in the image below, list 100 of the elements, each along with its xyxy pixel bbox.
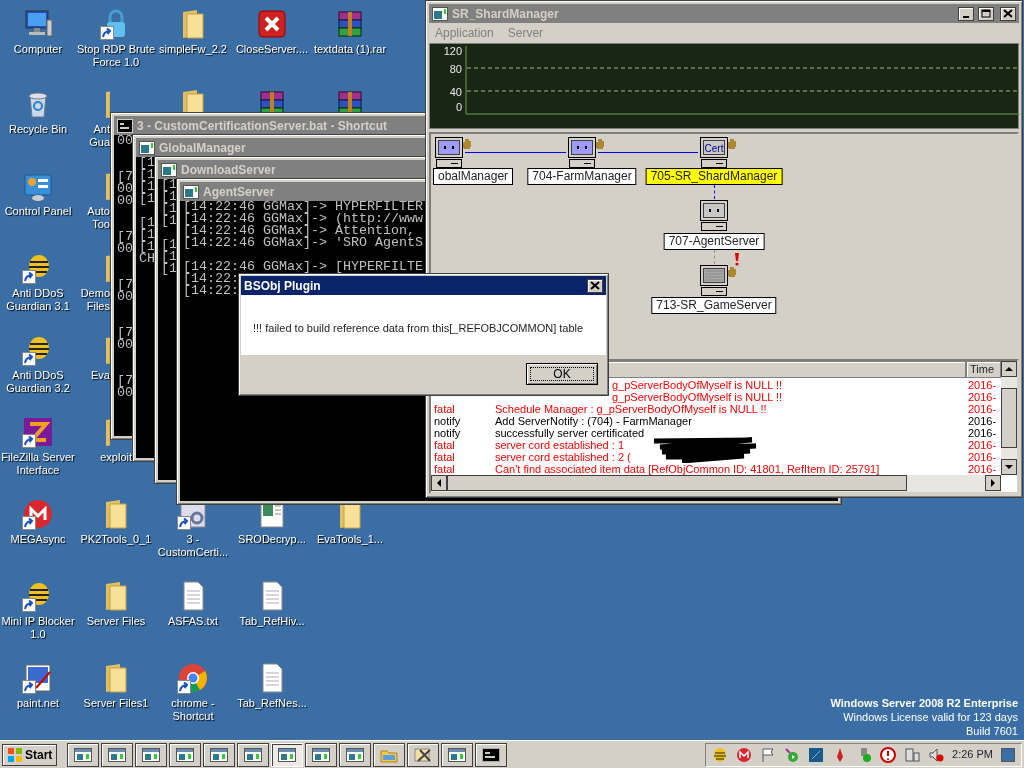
taskbar-button[interactable] [203, 742, 236, 767]
warning-icon[interactable] [880, 746, 897, 763]
folder-icon [380, 750, 398, 762]
gear-icon[interactable] [177, 505, 209, 530]
scrollbar-thumb[interactable] [447, 475, 907, 491]
x-mark-icon[interactable] [258, 10, 286, 38]
console-line: [7 [117, 375, 133, 387]
icon-label: ASFAS.txt [167, 615, 219, 628]
icon-label: EvaTools_1... [316, 533, 383, 546]
window-title: BSObj Plugin [244, 277, 322, 295]
document-icon[interactable] [262, 663, 283, 693]
console-line: 00 [117, 339, 133, 351]
taskbar-button[interactable] [339, 742, 372, 767]
books-icon[interactable] [338, 11, 362, 37]
control-panel-icon[interactable] [24, 174, 52, 201]
taskbar-button[interactable] [101, 742, 134, 767]
folder-icon[interactable] [183, 10, 204, 39]
start-button[interactable]: Start [2, 743, 58, 766]
console-line: [1 [139, 169, 155, 181]
log-time: 2016- [968, 403, 998, 415]
computer-icon[interactable] [25, 10, 53, 37]
console-line: [14:22:46 GGMax]-> HYPERFILTER [183, 201, 423, 213]
taskbar-button[interactable] [135, 742, 168, 767]
minimize-button[interactable] [958, 6, 974, 21]
taskbar-button[interactable] [237, 742, 270, 767]
play-icon[interactable] [785, 747, 799, 762]
console-line: [1 [139, 193, 155, 205]
clock-text[interactable]: 2:26 PM [952, 746, 993, 763]
icon-label: Anti DDoS Guardian 3.2 [5, 369, 71, 395]
taskbar-button[interactable] [169, 742, 202, 767]
square-icon[interactable] [809, 747, 824, 762]
log-time: 2016- [968, 415, 998, 427]
desktop-icon[interactable] [1001, 747, 1015, 762]
console-line: 00 [117, 291, 133, 303]
log-message: successfully server certificated [495, 427, 646, 439]
maximize-button[interactable] [978, 6, 994, 21]
scrollbar-thumb[interactable] [1001, 388, 1017, 448]
icon-label: Server Files [86, 615, 146, 628]
computer-icon[interactable] [700, 200, 728, 231]
flag-icon[interactable] [762, 748, 774, 762]
document-icon[interactable] [262, 581, 283, 611]
window-title: SR_ShardManager [452, 5, 559, 23]
folder-icon[interactable] [106, 582, 127, 611]
devices-icon[interactable] [905, 748, 920, 761]
close-button[interactable] [587, 278, 603, 293]
node-label[interactable]: 705-SR_ShardManager [645, 168, 783, 185]
computer-icon[interactable] [700, 137, 728, 168]
console-line: 00 [117, 183, 133, 195]
icon-label: Tab_RefHiv... [239, 615, 305, 628]
icon-label: MEGAsync [10, 533, 66, 546]
console-line: [14:22:46 GGMax]-> (http://www [183, 213, 423, 225]
log-level: fatal [433, 463, 456, 475]
column-header[interactable]: Time [966, 361, 1001, 378]
console-line: [14:22: [183, 273, 239, 285]
window-icon [244, 747, 263, 762]
icon-label: Eva [90, 369, 110, 382]
taskbar-button[interactable] [305, 742, 338, 767]
circle-logo-icon[interactable] [737, 747, 752, 762]
node-label[interactable]: obalManager [433, 168, 514, 185]
console-line: [1 [139, 157, 155, 169]
console-line: [7 [117, 327, 133, 339]
window-icon [346, 747, 365, 762]
console-line: CH [139, 253, 155, 265]
taskbar-button[interactable] [407, 742, 440, 767]
document-icon[interactable] [183, 581, 204, 611]
computer-icon[interactable] [700, 265, 728, 296]
console-line: 00 [117, 195, 133, 207]
icon-label: simpleFw_2.2 [159, 43, 227, 56]
node-label[interactable]: 713-SR_GameServer [651, 297, 777, 314]
horizontal-scrollbar[interactable] [431, 475, 1001, 492]
taskbar-button[interactable] [475, 742, 508, 767]
icon-label: Ant Gua [88, 123, 110, 149]
minimize-icon [962, 16, 970, 18]
computer-icon[interactable] [568, 137, 596, 168]
icon-label: paint.net [16, 697, 60, 710]
node-label[interactable]: 704-FarmManager [527, 168, 637, 185]
folder-icon[interactable] [106, 500, 127, 529]
icon-label: Anti DDoS Guardian 3.1 [5, 287, 71, 313]
ok-button[interactable]: OK [526, 363, 598, 385]
node-label[interactable]: 707-AgentServer [663, 233, 765, 250]
speaker-muted-icon[interactable] [929, 748, 944, 761]
window-icon [142, 747, 161, 762]
console-line: [1 [161, 215, 177, 227]
computer-icon[interactable] [435, 137, 463, 168]
folder-icon[interactable] [106, 664, 127, 693]
log-level: notify [433, 415, 462, 427]
window-icon [176, 747, 195, 762]
recycle-bin-icon[interactable] [28, 92, 48, 118]
close-button[interactable] [1000, 6, 1016, 21]
taskbar-button[interactable] [373, 742, 406, 767]
taskbar-button[interactable] [67, 742, 100, 767]
pen-icon[interactable] [837, 747, 844, 762]
app-window-icon [183, 184, 199, 199]
axis-tick-label: 0 [455, 101, 462, 113]
axis-tick-label: 120 [443, 45, 462, 57]
log-level: fatal [433, 403, 456, 415]
console-line: [14:22:46 GGMax]-> Attention, [183, 225, 415, 237]
vertical-scrollbar[interactable] [1001, 361, 1017, 475]
taskbar-button[interactable] [441, 742, 474, 767]
icon-label: Control Panel [4, 205, 72, 218]
